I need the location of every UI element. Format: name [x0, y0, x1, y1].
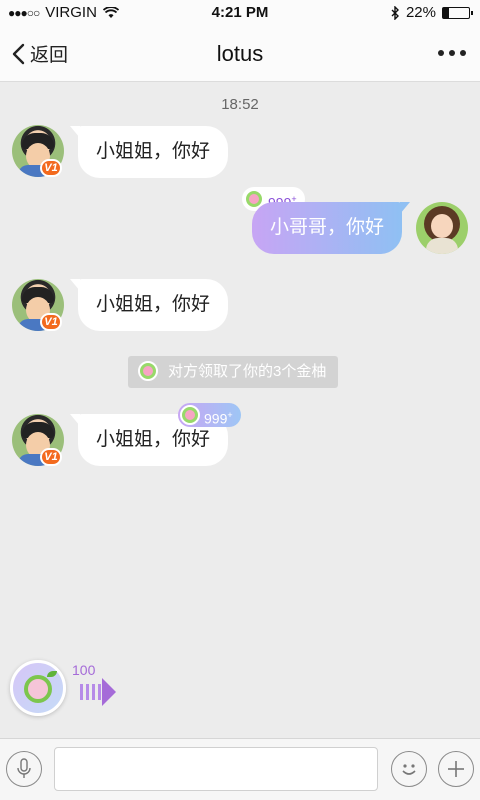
status-bar: ●●●○○ VIRGIN 4:21 PM 22%: [0, 0, 480, 26]
avatar-face: [431, 214, 453, 238]
pomelo-count-badge: 999+: [178, 403, 241, 427]
battery-percent: 22%: [405, 4, 436, 21]
message-bubble-sent[interactable]: 小哥哥，你好: [252, 202, 411, 254]
more-button[interactable]: [438, 50, 466, 56]
emoji-button[interactable]: [391, 751, 427, 787]
battery-fill: [443, 7, 449, 18]
pomelo-icon: [138, 361, 158, 381]
bluetooth-icon: [391, 5, 399, 20]
smiley-icon: [402, 764, 416, 775]
more-dot-icon: [438, 50, 444, 56]
message-input[interactable]: [54, 747, 378, 791]
more-dot-icon: [460, 50, 466, 56]
system-notice-text: 对方领取了你的3个金柚: [168, 363, 327, 380]
pomelo-icon: [180, 405, 200, 425]
status-right: 22%: [391, 4, 473, 21]
vip-badge: V1: [40, 448, 62, 466]
more-dot-icon: [449, 50, 455, 56]
my-avatar[interactable]: [416, 202, 468, 254]
microphone-icon: [17, 758, 31, 778]
badge-count: 999: [204, 410, 228, 427]
vip-badge: V1: [40, 313, 62, 331]
plus-icon: [448, 761, 464, 777]
voice-button[interactable]: [6, 751, 42, 787]
message-bubble-received[interactable]: 小姐姐，你好: [69, 126, 229, 178]
pomelo-balance: 100: [72, 662, 96, 678]
leaf-icon: [47, 671, 57, 677]
send-arrow-icon[interactable]: [80, 678, 118, 706]
badge-plus: +: [227, 410, 233, 420]
page-title: lotus: [216, 41, 264, 66]
pomelo-icon: [24, 675, 52, 703]
nav-bar: 返回 lotus: [0, 26, 480, 82]
input-bar: [0, 738, 480, 800]
system-notice: 对方领取了你的3个金柚: [128, 356, 339, 388]
vip-badge: V1: [40, 159, 62, 177]
chat-timestamp: 18:52: [221, 96, 259, 113]
add-button[interactable]: [438, 751, 474, 787]
message-bubble-received[interactable]: 小姐姐，你好: [69, 279, 229, 331]
battery-icon: [442, 6, 473, 19]
avatar-dress: [426, 238, 458, 254]
pomelo-gift-button[interactable]: [10, 660, 66, 716]
